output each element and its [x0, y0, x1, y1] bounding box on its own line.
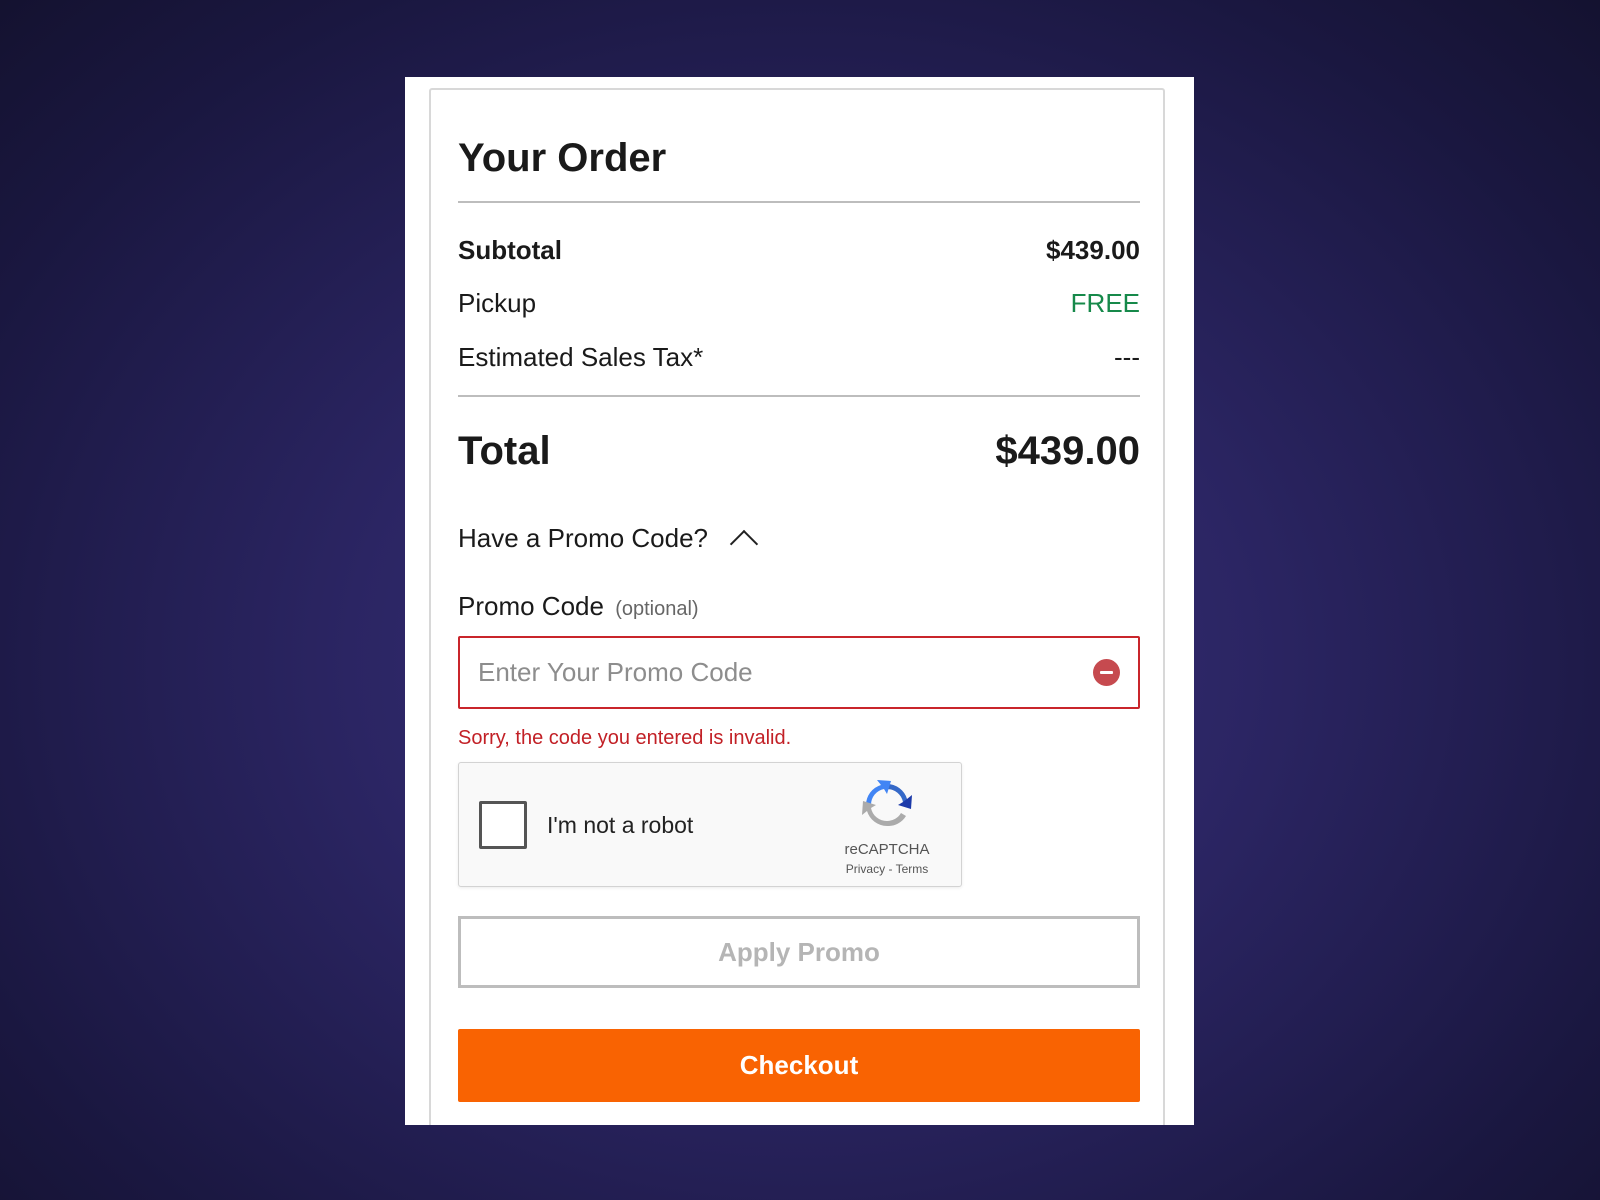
pickup-row: Pickup FREE [458, 287, 1140, 319]
total-row: Total $439.00 [458, 427, 1140, 475]
promo-code-input[interactable] [460, 638, 1078, 707]
promo-code-toggle[interactable]: Have a Promo Code? [458, 522, 759, 559]
order-summary-card: Your Order Subtotal $439.00 Pickup FREE … [429, 88, 1165, 1125]
total-label: Total [458, 429, 551, 473]
order-title: Your Order [458, 136, 667, 180]
promo-input-container [458, 636, 1140, 709]
subtotal-value: $439.00 [1046, 235, 1140, 265]
subtotal-label: Subtotal [458, 235, 562, 265]
promo-error-message: Sorry, the code you entered is invalid. [458, 727, 792, 749]
total-value: $439.00 [995, 429, 1140, 473]
pickup-value: FREE [1070, 288, 1140, 318]
chevron-up-icon [729, 529, 759, 559]
total-divider [458, 395, 1140, 397]
tax-label: Estimated Sales Tax* [458, 342, 704, 372]
recaptcha-links: Privacy - Terms [831, 862, 943, 876]
recaptcha-checkbox[interactable] [479, 801, 527, 849]
recaptcha-privacy-link[interactable]: Privacy [846, 862, 885, 876]
order-summary-panel: Your Order Subtotal $439.00 Pickup FREE … [405, 77, 1194, 1125]
promo-field-label: Promo Code (optional) [458, 590, 699, 625]
tax-value: --- [1114, 342, 1140, 372]
recaptcha-terms-link[interactable]: Terms [896, 862, 929, 876]
promo-label-text: Promo Code [458, 591, 604, 621]
subtotal-row: Subtotal $439.00 [458, 234, 1140, 266]
recaptcha-widget: I'm not a robot reCAPTCHA Privacy - Term… [458, 762, 962, 887]
tax-row: Estimated Sales Tax* --- [458, 341, 1140, 373]
promo-optional-hint: (optional) [615, 598, 699, 620]
title-divider [458, 201, 1140, 203]
pickup-label: Pickup [458, 288, 537, 318]
minus-circle-icon[interactable] [1093, 659, 1120, 686]
recaptcha-link-separator: - [888, 862, 893, 876]
checkout-button[interactable]: Checkout [458, 1029, 1140, 1102]
recaptcha-logo-icon [862, 780, 912, 827]
recaptcha-label: I'm not a robot [547, 812, 694, 838]
recaptcha-brand: reCAPTCHA [844, 841, 930, 858]
apply-promo-button[interactable]: Apply Promo [458, 916, 1140, 988]
promo-toggle-label: Have a Promo Code? [458, 523, 709, 553]
